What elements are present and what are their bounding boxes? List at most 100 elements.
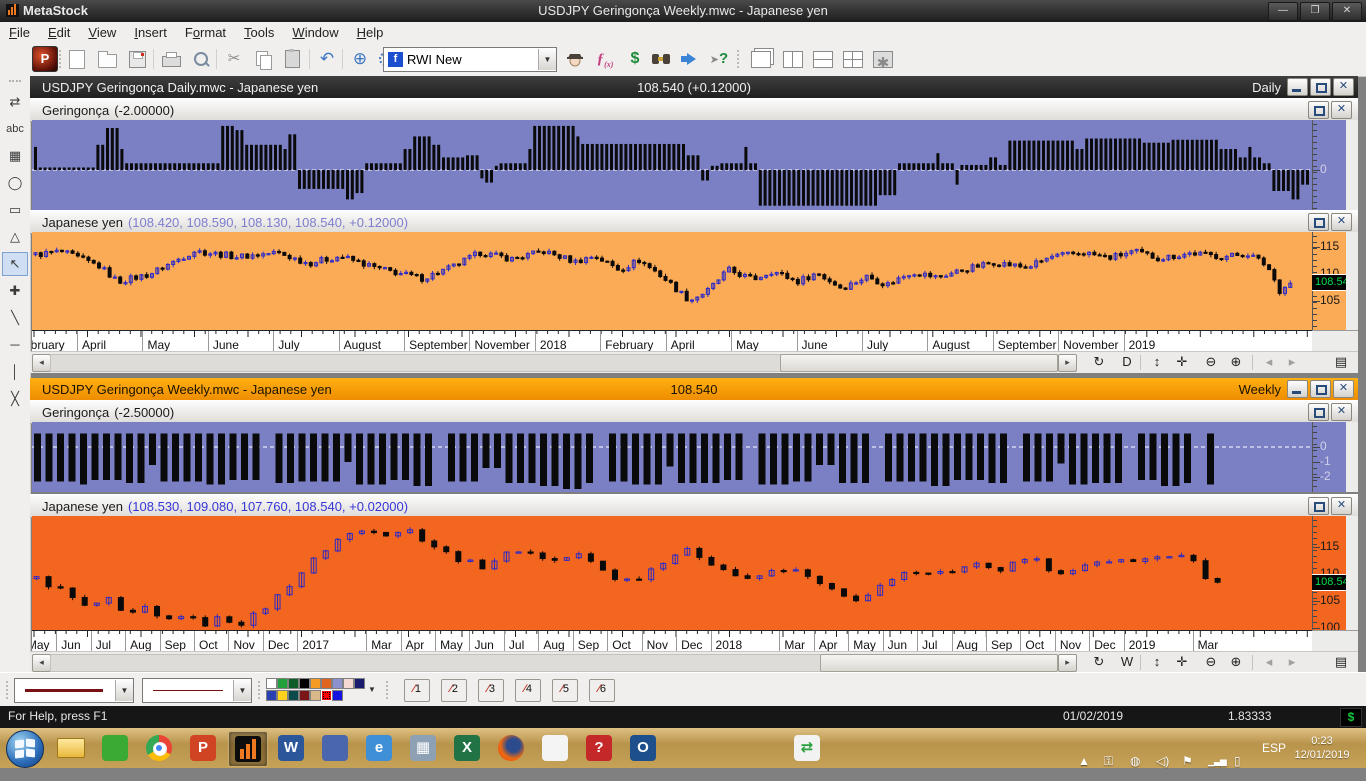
app-close-button[interactable]: ✕ (1332, 2, 1362, 21)
daily-window-titlebar[interactable]: USDJPY Geringonça Daily.mwc - Japanese y… (30, 76, 1358, 98)
start-button[interactable] (6, 730, 44, 768)
scroll-right-arrow[interactable]: ▸ (1058, 654, 1077, 672)
taskbar-outlook-icon[interactable]: O (624, 731, 662, 765)
zoom-in-button[interactable]: ⊕ (1225, 653, 1247, 671)
panel-close-button[interactable]: ✕ (1331, 213, 1352, 231)
menu-help[interactable]: Help (348, 23, 393, 42)
open-icon[interactable] (94, 47, 120, 71)
scrollbar-thumb[interactable] (820, 654, 1058, 672)
resize-button[interactable]: ↕ (1146, 353, 1168, 371)
tray-hidden-icons-icon[interactable]: ▲ (1078, 741, 1100, 781)
forecast-arrow-icon[interactable] (678, 47, 704, 71)
menu-format[interactable]: Format (176, 23, 235, 42)
context-help-icon[interactable]: ➤? (706, 47, 732, 71)
vertical-line-tool-icon[interactable]: │ (2, 360, 28, 384)
daily-indicator-header[interactable]: Geringonça (-2.00000) ✕ (30, 98, 1358, 122)
crosshair-tool-icon[interactable]: ✚ (2, 279, 28, 303)
menu-window[interactable]: Window (283, 23, 347, 42)
rectangle-tool-icon[interactable]: ▭ (2, 198, 28, 222)
prev-button[interactable]: ◂ (1258, 653, 1280, 671)
crosshair-pointer-icon[interactable]: ⊕ (347, 47, 373, 71)
toolbar-grip[interactable] (6, 681, 12, 699)
weekly-minimize-button[interactable] (1287, 380, 1308, 398)
menu-file[interactable]: File (0, 23, 39, 42)
color-swatch[interactable] (288, 678, 299, 689)
copy-icon[interactable] (249, 47, 275, 71)
next-button[interactable]: ▸ (1281, 353, 1303, 371)
explore-binoculars-icon[interactable] (648, 47, 674, 71)
print-icon[interactable] (158, 47, 184, 71)
weekly-indicator-plot[interactable] (32, 422, 1312, 492)
weekly-price-header[interactable]: Japanese yen (108.530, 109.080, 107.760,… (30, 494, 1358, 518)
color-swatch[interactable] (310, 678, 321, 689)
pointer-tool-icon[interactable]: ↖ (2, 252, 28, 276)
menu-edit[interactable]: Edit (39, 23, 79, 42)
taskbar-notes-icon[interactable] (96, 731, 134, 765)
taskbar-internet-explorer-icon[interactable]: e (360, 731, 398, 765)
data-window-button[interactable]: ▤ (1330, 653, 1352, 671)
panel-restore-button[interactable] (1308, 403, 1329, 421)
resize-button[interactable]: ↕ (1146, 653, 1168, 671)
menu-tools[interactable]: Tools (235, 23, 283, 42)
color-swatch[interactable] (299, 690, 310, 701)
template-combo-dropdown[interactable]: ▼ (538, 49, 556, 70)
next-button[interactable]: ▸ (1281, 653, 1303, 671)
grid-tool-icon[interactable]: ▦ (2, 144, 28, 168)
daily-restore-button[interactable] (1310, 78, 1331, 96)
toolbar-grip[interactable] (737, 50, 743, 68)
panel-restore-button[interactable] (1308, 213, 1329, 231)
print-preview-icon[interactable] (188, 47, 214, 71)
color-palette-dropdown[interactable]: ▼ (368, 685, 376, 694)
taskbar-word-icon[interactable]: W (272, 731, 310, 765)
layout-button-5[interactable]: ∕5 (552, 679, 578, 702)
tray-signal-icon[interactable]: ▁▃▅ (1208, 741, 1230, 781)
scroll-left-arrow[interactable]: ◂ (32, 354, 51, 372)
pan-button[interactable]: ✛ (1171, 353, 1193, 371)
taskbar-powerpoint-icon[interactable]: P (184, 731, 222, 765)
app-titlebar[interactable]: MetaStock USDJPY Geringonça Weekly.mwc -… (0, 0, 1366, 22)
taskbar-chrome-icon[interactable] (140, 731, 178, 765)
weekly-window-titlebar[interactable]: USDJPY Geringonça Weekly.mwc - Japanese … (30, 378, 1358, 400)
color-swatch[interactable] (332, 690, 343, 701)
color-swatch[interactable] (310, 690, 321, 701)
tile-grid-icon[interactable] (840, 47, 866, 71)
tile-horizontal-icon[interactable] (810, 47, 836, 71)
color-swatch[interactable] (343, 678, 354, 689)
securities-icon[interactable]: $ (622, 47, 648, 71)
zoom-in-button[interactable]: ⊕ (1225, 353, 1247, 371)
tray-volume-icon[interactable]: ◁) (1156, 741, 1178, 781)
zoom-out-button[interactable]: ⊖ (1200, 353, 1222, 371)
taskbar-metastock-icon[interactable] (228, 731, 268, 767)
color-swatch[interactable] (277, 678, 288, 689)
layout-button-2[interactable]: ∕2 (441, 679, 467, 702)
horizontal-line-tool-icon[interactable]: ─ (2, 333, 28, 357)
taskbar-calculator-icon[interactable]: ▦ (404, 731, 442, 765)
scroll-right-arrow[interactable]: ▸ (1058, 354, 1077, 372)
trendline-tool-icon[interactable]: ╲ (2, 306, 28, 330)
line-weight-combo[interactable]: ▼ (14, 678, 134, 703)
crossed-lines-tool-icon[interactable]: ╳ (2, 387, 28, 411)
tile-vertical-icon[interactable] (780, 47, 806, 71)
toolbar-grip[interactable] (258, 681, 264, 699)
color-swatch[interactable] (354, 678, 365, 689)
weekly-indicator-header[interactable]: Geringonça (-2.50000) ✕ (30, 400, 1358, 424)
undo-icon[interactable]: ↶ (314, 47, 340, 71)
layout-button-3[interactable]: ∕3 (478, 679, 504, 702)
line-weight-dropdown[interactable]: ▼ (115, 680, 133, 701)
layout-button-6[interactable]: ∕6 (589, 679, 615, 702)
app-restore-button[interactable]: ❐ (1300, 2, 1330, 21)
taskbar-excel-icon[interactable]: X (448, 731, 486, 765)
text-tool-icon[interactable]: abc (2, 117, 28, 141)
weekly-close-button[interactable]: ✕ (1333, 380, 1354, 398)
color-swatch[interactable] (266, 678, 277, 689)
line-style-dropdown[interactable]: ▼ (233, 680, 251, 701)
periodicity-button[interactable]: D (1116, 353, 1138, 371)
scroll-left-arrow[interactable]: ◂ (32, 654, 51, 672)
tray-power-icon[interactable]: ▯ (1234, 741, 1256, 781)
cascade-windows-icon[interactable] (748, 47, 774, 71)
daily-price-plot[interactable] (32, 232, 1312, 330)
daily-indicator-plot[interactable] (32, 120, 1312, 210)
data-window-button[interactable]: ▤ (1330, 353, 1352, 371)
paste-icon[interactable] (279, 47, 305, 71)
color-swatch[interactable] (277, 690, 288, 701)
